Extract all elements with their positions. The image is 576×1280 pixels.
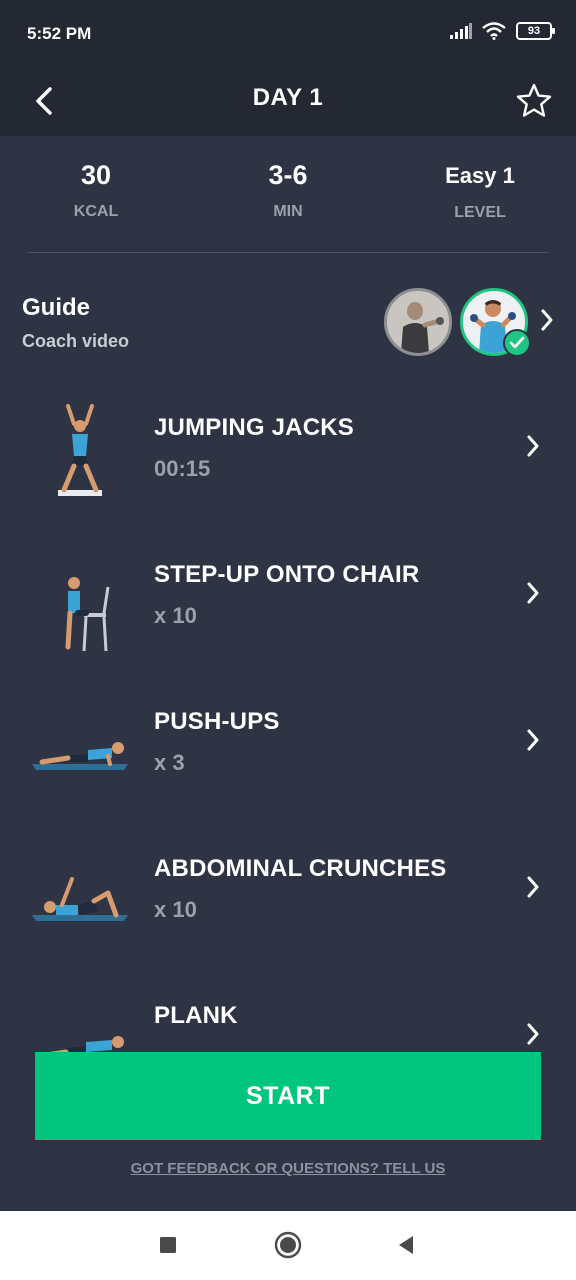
stat-kcal: 30 KCAL xyxy=(0,160,192,221)
exercise-name: ABDOMINAL CRUNCHES xyxy=(154,855,447,882)
recents-button[interactable] xyxy=(148,1227,188,1263)
exercise-name: PLANK xyxy=(154,1002,238,1029)
workout-stats: 30 KCAL 3-6 MIN Easy 1 LEVEL xyxy=(0,160,576,240)
coach-female-avatar[interactable] xyxy=(384,288,452,356)
star-outline-icon xyxy=(516,83,552,117)
status-bar: 5:52 PM 93 xyxy=(0,0,576,66)
status-time: 5:52 PM xyxy=(27,24,92,43)
battery-level: 93 xyxy=(527,25,541,37)
exercise-name: PUSH-UPS xyxy=(154,708,280,735)
stat-min: 3-6 MIN xyxy=(192,160,384,221)
system-back-button[interactable] xyxy=(386,1227,426,1263)
push-ups-illustration xyxy=(32,742,128,770)
guide-title: Guide xyxy=(22,294,91,321)
system-nav-bar xyxy=(0,1211,576,1280)
exercise-row[interactable]: PUSH-UPS x 3 xyxy=(0,688,576,818)
chevron-right-icon xyxy=(527,876,539,898)
stat-kcal-value: 30 xyxy=(80,160,112,190)
abdominal-crunches-illustration xyxy=(32,877,128,921)
exercise-name: STEP-UP ONTO CHAIR xyxy=(154,561,420,588)
exercise-row[interactable]: ABDOMINAL CRUNCHES x 10 xyxy=(0,835,576,965)
jumping-jacks-illustration xyxy=(58,404,102,496)
feedback-link[interactable]: GOT FEEDBACK OR QUESTIONS? TELL US xyxy=(0,1160,576,1177)
signal-icon xyxy=(450,23,472,39)
exercise-row[interactable]: JUMPING JACKS 00:15 xyxy=(0,394,576,524)
exercise-detail: 00:15 xyxy=(154,456,211,481)
selected-check-icon xyxy=(503,329,531,357)
exercise-row[interactable]: STEP-UP ONTO CHAIR x 10 xyxy=(0,541,576,671)
coach-female-image xyxy=(387,291,449,353)
stat-level-value: Easy 1 xyxy=(445,163,515,188)
wifi-icon xyxy=(482,22,506,40)
step-up-illustration xyxy=(65,577,110,651)
battery-icon: 93 xyxy=(516,22,555,40)
exercise-name: JUMPING JACKS xyxy=(154,414,354,441)
coach-male-avatar[interactable] xyxy=(460,288,531,357)
chevron-right-icon xyxy=(527,729,539,751)
chevron-right-icon xyxy=(527,582,539,604)
back-triangle-icon xyxy=(399,1236,413,1254)
stat-min-value: 3-6 xyxy=(268,160,308,190)
chevron-right-icon xyxy=(527,1023,539,1045)
favorite-button[interactable] xyxy=(512,76,556,126)
status-icons: 93 xyxy=(450,22,555,40)
recents-square-icon xyxy=(160,1237,176,1253)
start-button[interactable]: START xyxy=(35,1052,541,1140)
exercise-detail: x 10 xyxy=(154,603,197,628)
stat-min-label: MIN xyxy=(273,203,303,220)
home-button[interactable] xyxy=(268,1227,308,1263)
chevron-right-icon xyxy=(527,435,539,457)
exercise-detail: x 10 xyxy=(154,897,197,922)
stat-level-label: LEVEL xyxy=(454,204,506,221)
stat-level: Easy 1 LEVEL xyxy=(384,160,576,222)
page-title: DAY 1 xyxy=(252,84,324,111)
stat-kcal-label: KCAL xyxy=(73,203,119,220)
chevron-right-icon xyxy=(541,309,553,331)
app-bar: DAY 1 xyxy=(0,66,576,136)
guide-subtitle: Coach video xyxy=(22,331,130,351)
exercise-detail: x 3 xyxy=(154,750,185,775)
guide-row[interactable]: Guide Coach video xyxy=(0,282,576,362)
divider xyxy=(28,252,548,253)
home-circle-icon xyxy=(274,1231,302,1259)
